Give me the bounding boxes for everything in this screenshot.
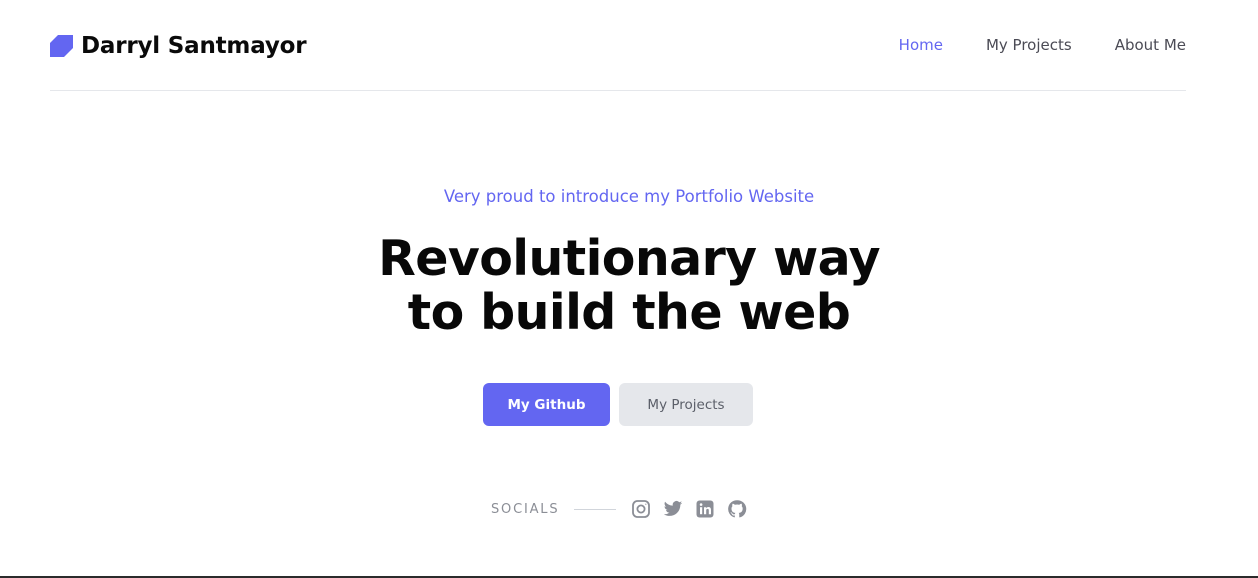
linkedin-icon[interactable]: [695, 499, 715, 519]
my-github-button[interactable]: My Github: [483, 383, 610, 426]
nav-item-about-me[interactable]: About Me: [1115, 35, 1186, 55]
nav-item-my-projects[interactable]: My Projects: [986, 35, 1072, 55]
socials-divider: [574, 508, 617, 510]
hero-headline-line-1: Revolutionary way: [378, 230, 880, 287]
my-projects-button[interactable]: My Projects: [619, 383, 753, 426]
main-nav: Home My Projects About Me: [899, 35, 1186, 55]
instagram-icon[interactable]: [631, 499, 651, 519]
site-header: Darryl Santmayor Home My Projects About …: [50, 0, 1186, 91]
hero-headline: Revolutionary way to build the web: [279, 232, 979, 340]
tag-logo-icon: [50, 35, 73, 57]
nav-item-home[interactable]: Home: [899, 35, 943, 55]
hero-headline-line-2: to build the web: [407, 284, 851, 341]
hero-section: Very proud to introduce my Portfolio Web…: [0, 184, 1258, 340]
twitter-icon[interactable]: [663, 499, 683, 519]
brand-name: Darryl Santmayor: [81, 33, 307, 59]
socials-label: SOCIALS: [491, 501, 560, 517]
github-icon[interactable]: [727, 499, 747, 519]
hero-buttons: My Github My Projects: [483, 383, 753, 426]
social-icons: [631, 499, 747, 519]
socials-row: SOCIALS: [491, 498, 747, 520]
page: Darryl Santmayor Home My Projects About …: [0, 0, 1258, 578]
brand-link[interactable]: Darryl Santmayor: [50, 29, 307, 63]
hero-kicker: Very proud to introduce my Portfolio Web…: [443, 187, 815, 206]
